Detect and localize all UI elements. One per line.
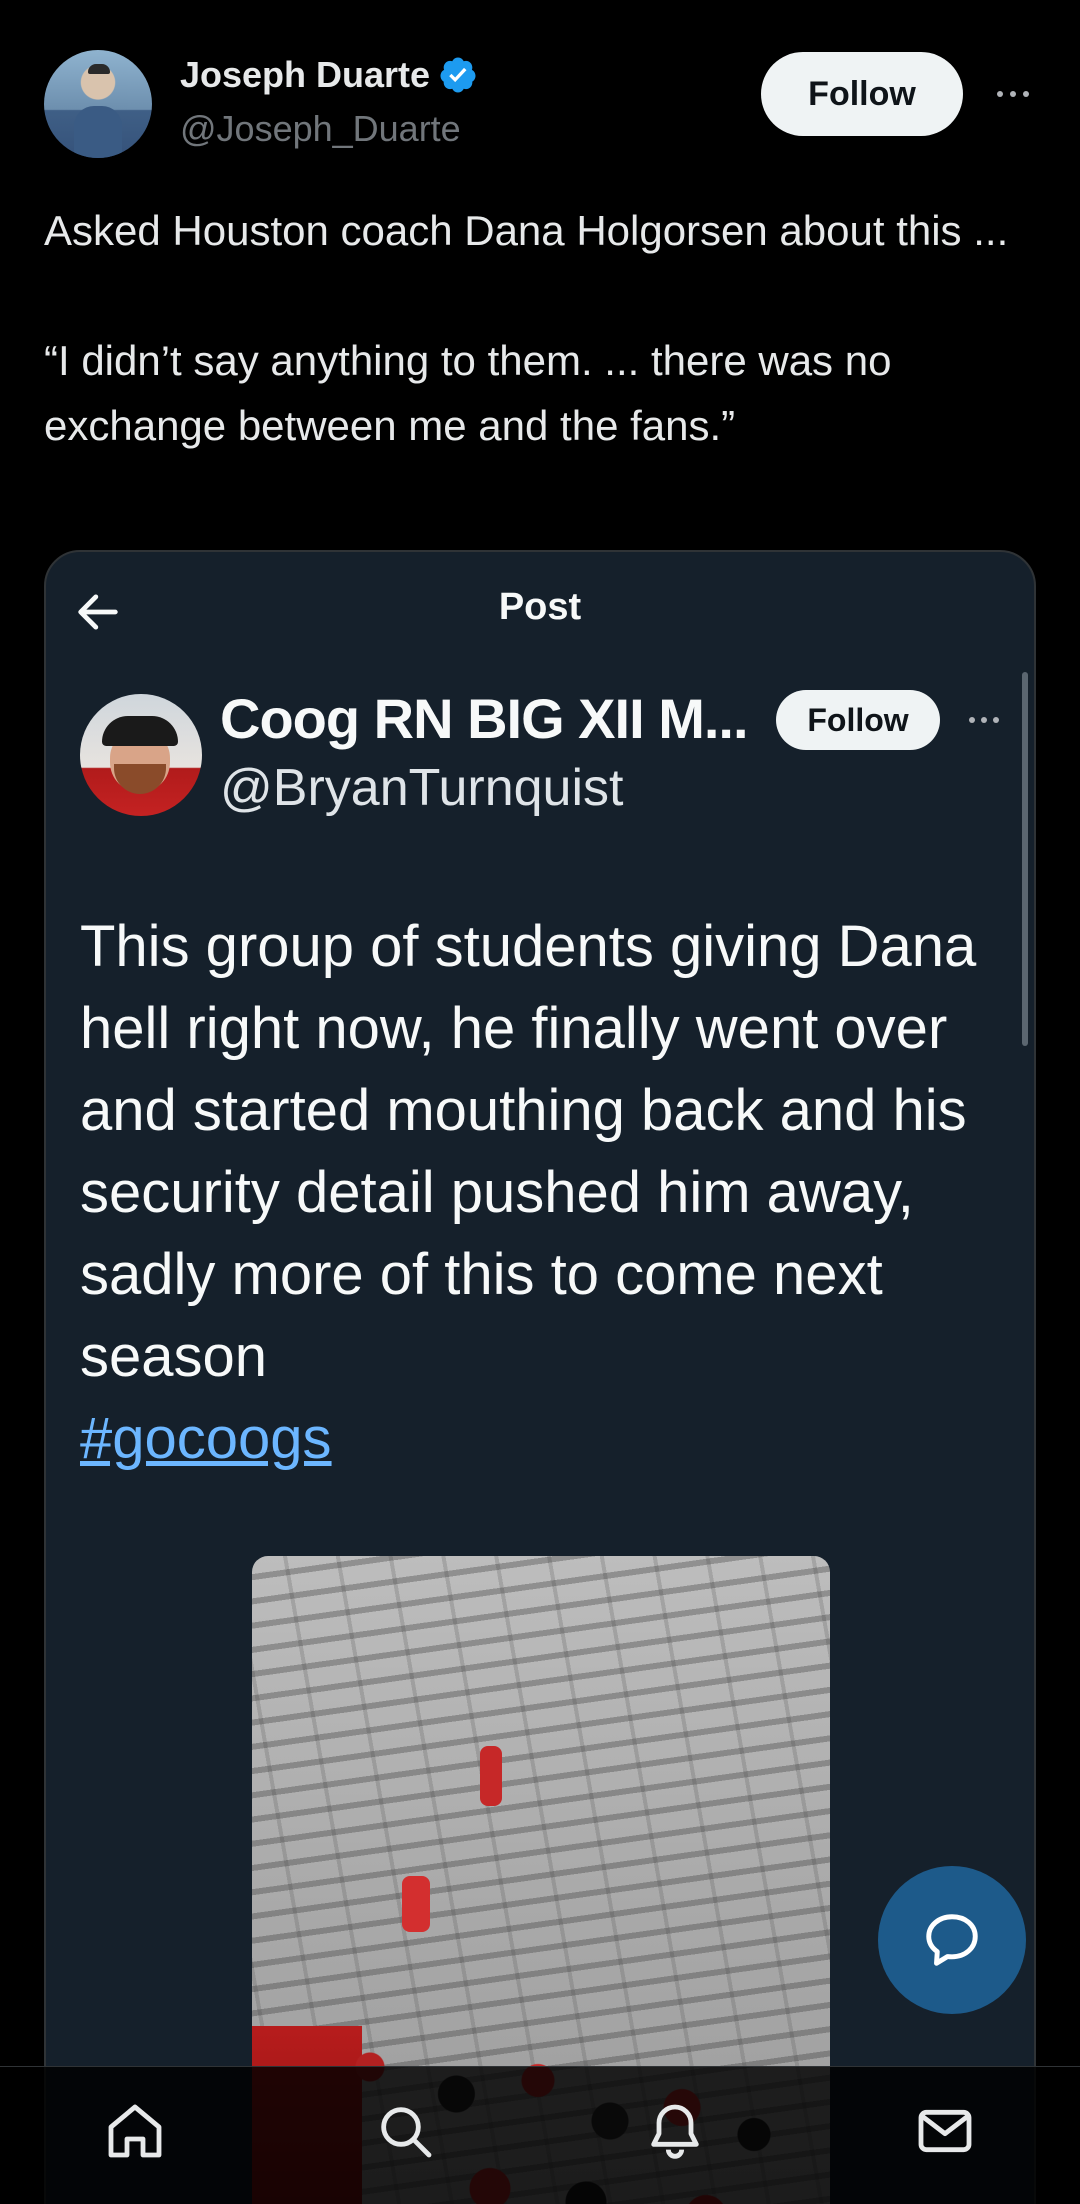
notifications-icon — [651, 2104, 699, 2159]
nav-messages[interactable] — [905, 2091, 985, 2171]
embedded-post-text: This group of students giving Dana hell … — [80, 906, 980, 1480]
embedded-hashtag: #gocoogs — [80, 1406, 332, 1471]
speech-bubble-icon — [926, 1914, 978, 1966]
nav-home[interactable] — [95, 2091, 175, 2171]
more-options-icon[interactable] — [988, 74, 1038, 114]
embedded-scrollbar — [1022, 672, 1028, 1046]
author-avatar[interactable] — [44, 50, 152, 158]
embedded-author-handle: @BryanTurnquist — [220, 759, 624, 817]
embedded-author-name: Coog RN BIG XII M... — [220, 687, 749, 750]
author-name[interactable]: Joseph Duarte — [180, 54, 430, 96]
embedded-follow-button: Follow — [776, 690, 940, 750]
home-icon — [108, 2104, 162, 2157]
verified-badge-icon — [440, 57, 476, 93]
tweet-text-quote: “I didn’t say anything to them. ... ther… — [44, 337, 892, 449]
messages-icon — [918, 2109, 972, 2152]
tweet-text-line: Asked Houston coach Dana Holgorsen about… — [44, 207, 1009, 254]
tweet-text: Asked Houston coach Dana Holgorsen about… — [44, 198, 1044, 458]
embedded-post-body: This group of students giving Dana hell … — [80, 914, 977, 1389]
author-name-row[interactable]: Joseph Duarte — [180, 54, 478, 96]
embedded-more-icon — [962, 702, 1006, 738]
nav-search[interactable] — [365, 2091, 445, 2171]
nav-notifications[interactable] — [635, 2091, 715, 2171]
compose-reply-button[interactable] — [878, 1866, 1026, 2014]
embedded-author-avatar — [80, 694, 202, 816]
search-icon — [381, 2106, 432, 2157]
bottom-navigation — [0, 2066, 1080, 2204]
follow-button[interactable]: Follow — [761, 52, 963, 136]
embedded-page-title: Post — [498, 586, 582, 628]
author-handle[interactable]: @Joseph_Duarte — [180, 108, 461, 150]
